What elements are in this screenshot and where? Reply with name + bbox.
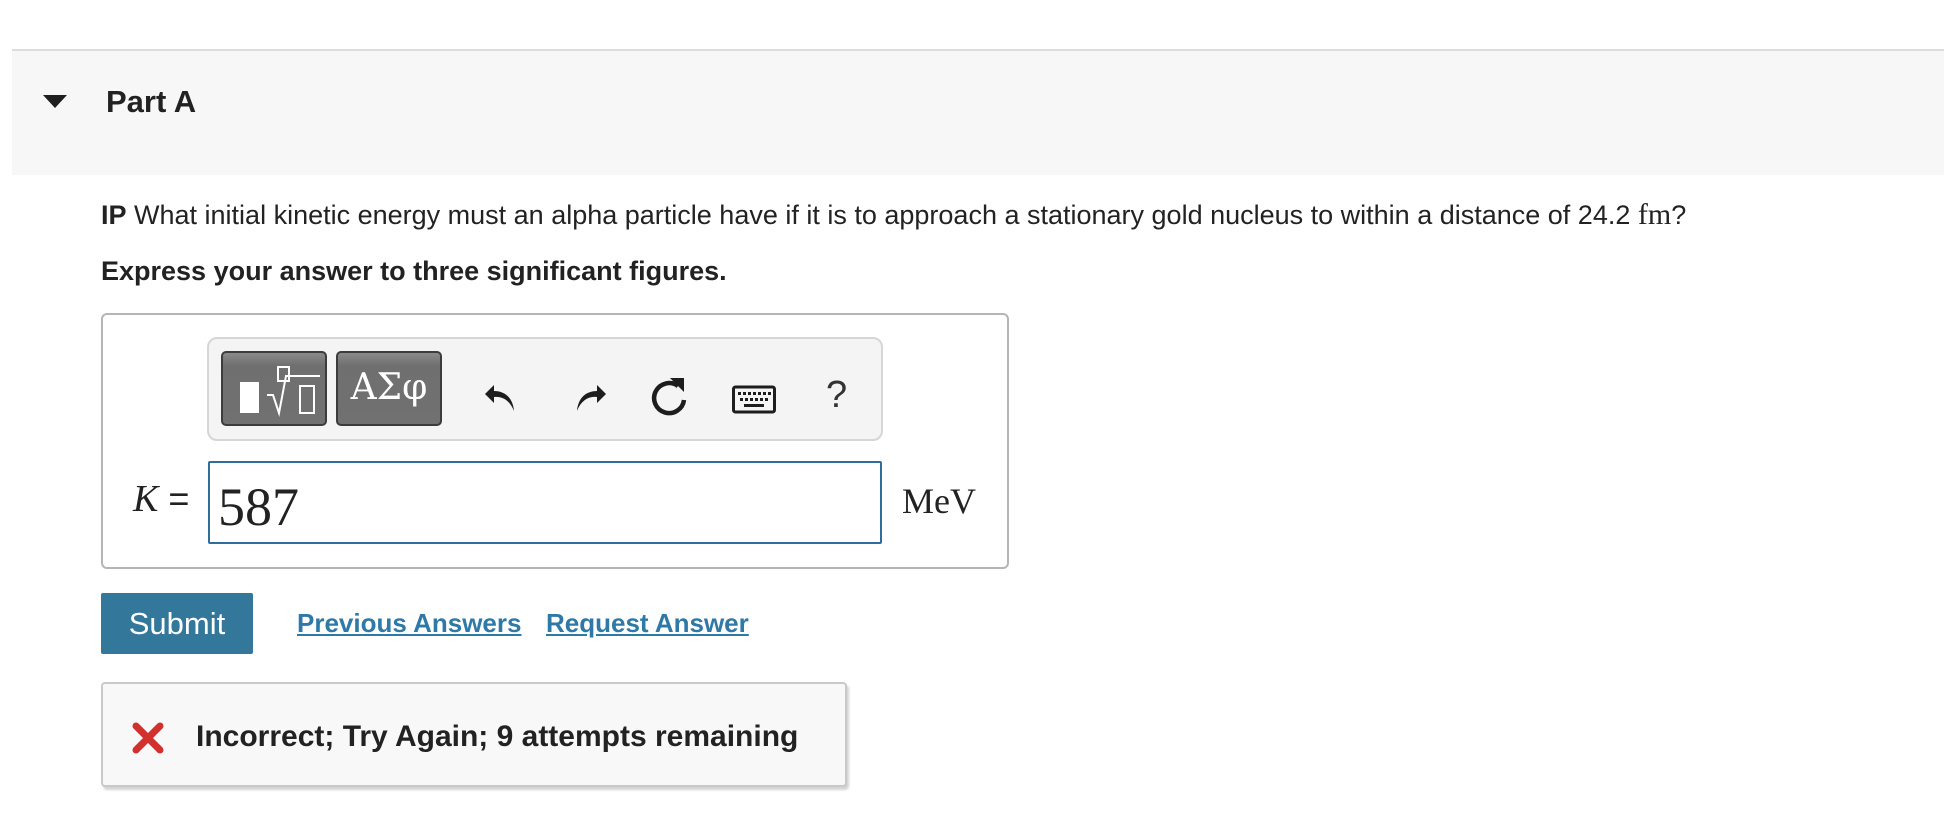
request-answer-link[interactable]: Request Answer (546, 608, 749, 639)
redo-icon[interactable] (569, 376, 609, 416)
greek-symbols-button[interactable]: ΑΣφ (336, 351, 442, 426)
question-body: What initial kinetic energy must an alph… (126, 200, 1638, 230)
variable-label: K = (133, 477, 189, 521)
templates-icon (240, 366, 320, 417)
reset-icon[interactable] (648, 374, 690, 418)
greek-symbols-label: ΑΣφ (350, 367, 428, 408)
question-unit: fm (1637, 198, 1672, 231)
variable-symbol: K (133, 478, 159, 520)
question-end: ? (1671, 200, 1687, 230)
question-prefix: IP (101, 200, 127, 230)
undo-icon[interactable] (482, 376, 522, 416)
part-header[interactable] (12, 51, 1944, 175)
answer-instruction: Express your answer to three significant… (101, 256, 727, 286)
answer-unit: MeV (902, 481, 976, 521)
previous-answers-link[interactable]: Previous Answers (297, 608, 521, 639)
caret-down-icon[interactable] (43, 95, 67, 108)
feedback-message: Incorrect; Try Again; 9 attempts remaini… (196, 720, 799, 753)
equals-sign: = (168, 478, 190, 519)
templates-button[interactable] (221, 351, 327, 426)
help-button[interactable]: ? (826, 374, 847, 417)
x-icon (132, 722, 164, 754)
part-title[interactable]: Part A (106, 84, 196, 120)
answer-input[interactable] (208, 461, 882, 544)
keyboard-icon[interactable] (732, 385, 776, 415)
question-text: IP What initial kinetic energy must an a… (101, 198, 1686, 232)
submit-button[interactable]: Submit (101, 593, 253, 654)
